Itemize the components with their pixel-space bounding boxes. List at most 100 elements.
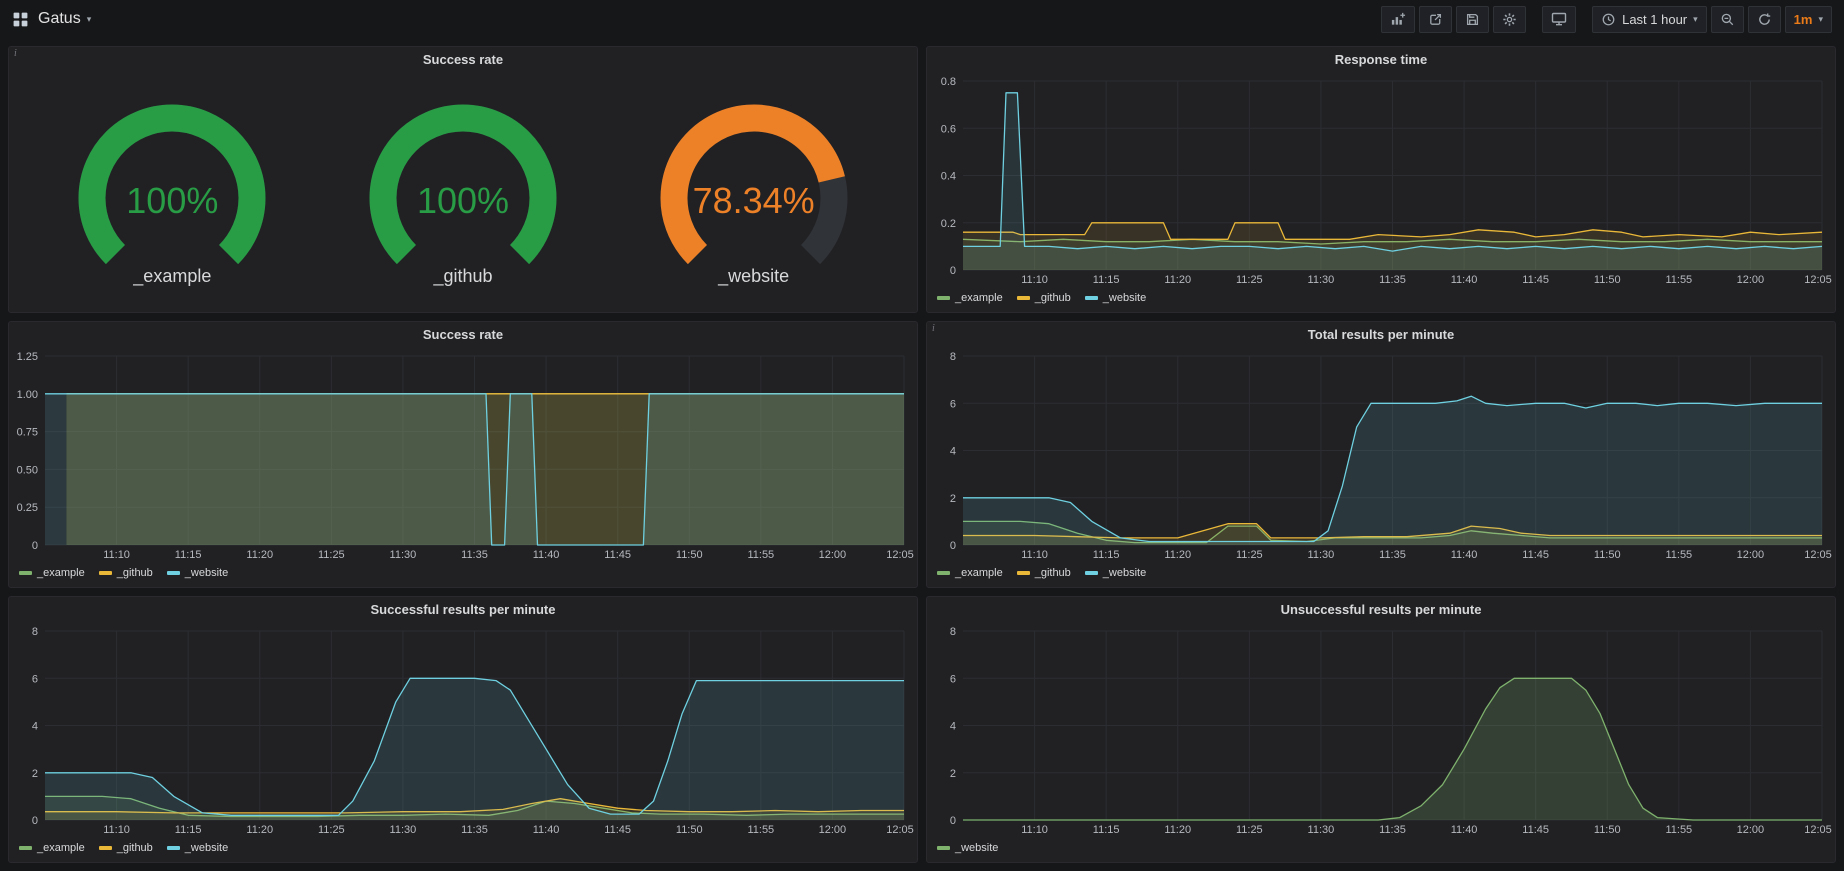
legend-item-_website[interactable]: _website: [1085, 292, 1146, 304]
svg-text:4: 4: [950, 446, 956, 458]
timeseries-chart-response-time[interactable]: 00.20.40.60.811:1011:1511:2011:2511:3011…: [927, 72, 1835, 287]
legend-item-_example[interactable]: _example: [19, 842, 85, 854]
svg-text:11:15: 11:15: [1093, 549, 1120, 561]
legend-item-_website[interactable]: _website: [167, 567, 228, 579]
legend-series-swatch: [1017, 571, 1030, 575]
svg-text:11:15: 11:15: [175, 549, 202, 561]
panel-info-icon[interactable]: i: [932, 323, 935, 334]
svg-text:12:00: 12:00: [1737, 274, 1765, 286]
panel-title: Response time: [1335, 52, 1427, 67]
panel-header[interactable]: Response time: [927, 47, 1835, 72]
refresh-button[interactable]: [1748, 6, 1781, 33]
svg-text:11:55: 11:55: [1665, 824, 1692, 836]
caret-down-icon: ▾: [1818, 15, 1823, 24]
time-range-button[interactable]: Last 1 hour ▾: [1592, 6, 1707, 33]
panel-info-icon[interactable]: i: [14, 48, 17, 59]
legend-series-swatch: [19, 571, 32, 575]
svg-text:11:40: 11:40: [1451, 824, 1478, 836]
panel-header[interactable]: Unsuccessful results per minute: [927, 597, 1835, 622]
svg-text:11:45: 11:45: [604, 824, 631, 836]
panel-success-rate-gauges: i Success rate 100% _example 100% _githu…: [8, 46, 918, 313]
panel-title: Unsuccessful results per minute: [1281, 602, 1482, 617]
settings-button[interactable]: [1493, 6, 1526, 33]
timeseries-chart-successful-results[interactable]: 0246811:1011:1511:2011:2511:3011:3511:40…: [9, 622, 917, 837]
legend-series-swatch: [99, 846, 112, 850]
svg-text:11:55: 11:55: [747, 549, 774, 561]
legend-item-_example[interactable]: _example: [937, 567, 1003, 579]
dashboard-title-text: Gatus: [38, 10, 81, 28]
add-panel-button[interactable]: [1381, 6, 1415, 33]
legend-series-swatch: [167, 571, 180, 575]
svg-text:11:15: 11:15: [175, 824, 202, 836]
legend-item-_example[interactable]: _example: [937, 292, 1003, 304]
svg-text:11:30: 11:30: [390, 549, 417, 561]
svg-text:11:20: 11:20: [246, 549, 273, 561]
svg-text:11:35: 11:35: [1379, 824, 1406, 836]
legend-item-_github[interactable]: _github: [1017, 567, 1071, 579]
svg-text:11:10: 11:10: [103, 824, 130, 836]
gauge-row: 100% _example 100% _github 78.34% _websi…: [9, 72, 917, 312]
svg-text:12:00: 12:00: [819, 549, 847, 561]
panel-title: Total results per minute: [1308, 327, 1454, 342]
legend-item-_website[interactable]: _website: [1085, 567, 1146, 579]
chart-legend: _website: [927, 837, 1835, 862]
share-button[interactable]: [1419, 6, 1452, 33]
svg-text:6: 6: [32, 673, 38, 685]
panel-title: Success rate: [423, 52, 503, 67]
panel-success-rate-series: Success rate 00.250.500.751.001.2511:101…: [8, 321, 918, 588]
legend-item-_website[interactable]: _website: [937, 842, 998, 854]
timeseries-chart-success-rate[interactable]: 00.250.500.751.001.2511:1011:1511:2011:2…: [9, 347, 917, 562]
svg-text:12:05: 12:05: [1804, 549, 1832, 561]
svg-text:0.2: 0.2: [941, 218, 956, 230]
svg-text:6: 6: [950, 398, 956, 410]
svg-text:11:50: 11:50: [676, 549, 703, 561]
svg-text:11:40: 11:40: [533, 824, 560, 836]
timeseries-chart-unsuccessful-results[interactable]: 0246811:1011:1511:2011:2511:3011:3511:40…: [927, 622, 1835, 837]
panel-unsuccessful-results: Unsuccessful results per minute 0246811:…: [926, 596, 1836, 863]
gauge-label: _example: [47, 266, 297, 287]
svg-text:0.8: 0.8: [941, 76, 956, 88]
svg-text:11:10: 11:10: [1021, 549, 1048, 561]
zoom-out-button[interactable]: [1711, 6, 1744, 33]
svg-text:0: 0: [32, 540, 38, 552]
svg-text:11:40: 11:40: [1451, 549, 1478, 561]
svg-text:11:55: 11:55: [1665, 549, 1692, 561]
svg-text:11:25: 11:25: [1236, 824, 1263, 836]
refresh-interval-dropdown[interactable]: 1m ▾: [1785, 6, 1832, 33]
legend-item-_website[interactable]: _website: [167, 842, 228, 854]
svg-text:4: 4: [32, 721, 38, 733]
svg-text:6: 6: [950, 673, 956, 685]
panel-header[interactable]: Success rate: [9, 47, 917, 72]
dashboard-title[interactable]: Gatus ▾: [38, 10, 91, 28]
cycle-view-button[interactable]: [1542, 6, 1576, 33]
panel-header[interactable]: Successful results per minute: [9, 597, 917, 622]
svg-text:0.4: 0.4: [941, 171, 956, 183]
svg-text:2: 2: [950, 768, 956, 780]
svg-text:11:25: 11:25: [318, 824, 345, 836]
svg-text:12:05: 12:05: [1804, 274, 1832, 286]
svg-text:11:15: 11:15: [1093, 274, 1120, 286]
svg-text:11:55: 11:55: [1665, 274, 1692, 286]
legend-series-swatch: [99, 571, 112, 575]
svg-text:11:45: 11:45: [1522, 274, 1549, 286]
legend-item-_github[interactable]: _github: [99, 567, 153, 579]
save-button[interactable]: [1456, 6, 1489, 33]
gauge-value: 100%: [47, 180, 297, 222]
legend-series-swatch: [167, 846, 180, 850]
svg-text:12:00: 12:00: [819, 824, 847, 836]
legend-item-_github[interactable]: _github: [99, 842, 153, 854]
svg-text:11:45: 11:45: [1522, 549, 1549, 561]
svg-text:0.6: 0.6: [941, 123, 956, 135]
panel-header[interactable]: Success rate: [9, 322, 917, 347]
svg-text:11:45: 11:45: [604, 549, 631, 561]
timeseries-chart-total-results[interactable]: 0246811:1011:1511:2011:2511:3011:3511:40…: [927, 347, 1835, 562]
svg-text:11:50: 11:50: [676, 824, 703, 836]
legend-item-_example[interactable]: _example: [19, 567, 85, 579]
svg-text:11:25: 11:25: [318, 549, 345, 561]
time-range-label: Last 1 hour: [1622, 12, 1687, 27]
panel-header[interactable]: Total results per minute: [927, 322, 1835, 347]
svg-text:11:20: 11:20: [1164, 549, 1191, 561]
legend-item-_github[interactable]: _github: [1017, 292, 1071, 304]
dashboard-grid-icon[interactable]: [12, 11, 29, 28]
svg-text:11:20: 11:20: [1164, 274, 1191, 286]
